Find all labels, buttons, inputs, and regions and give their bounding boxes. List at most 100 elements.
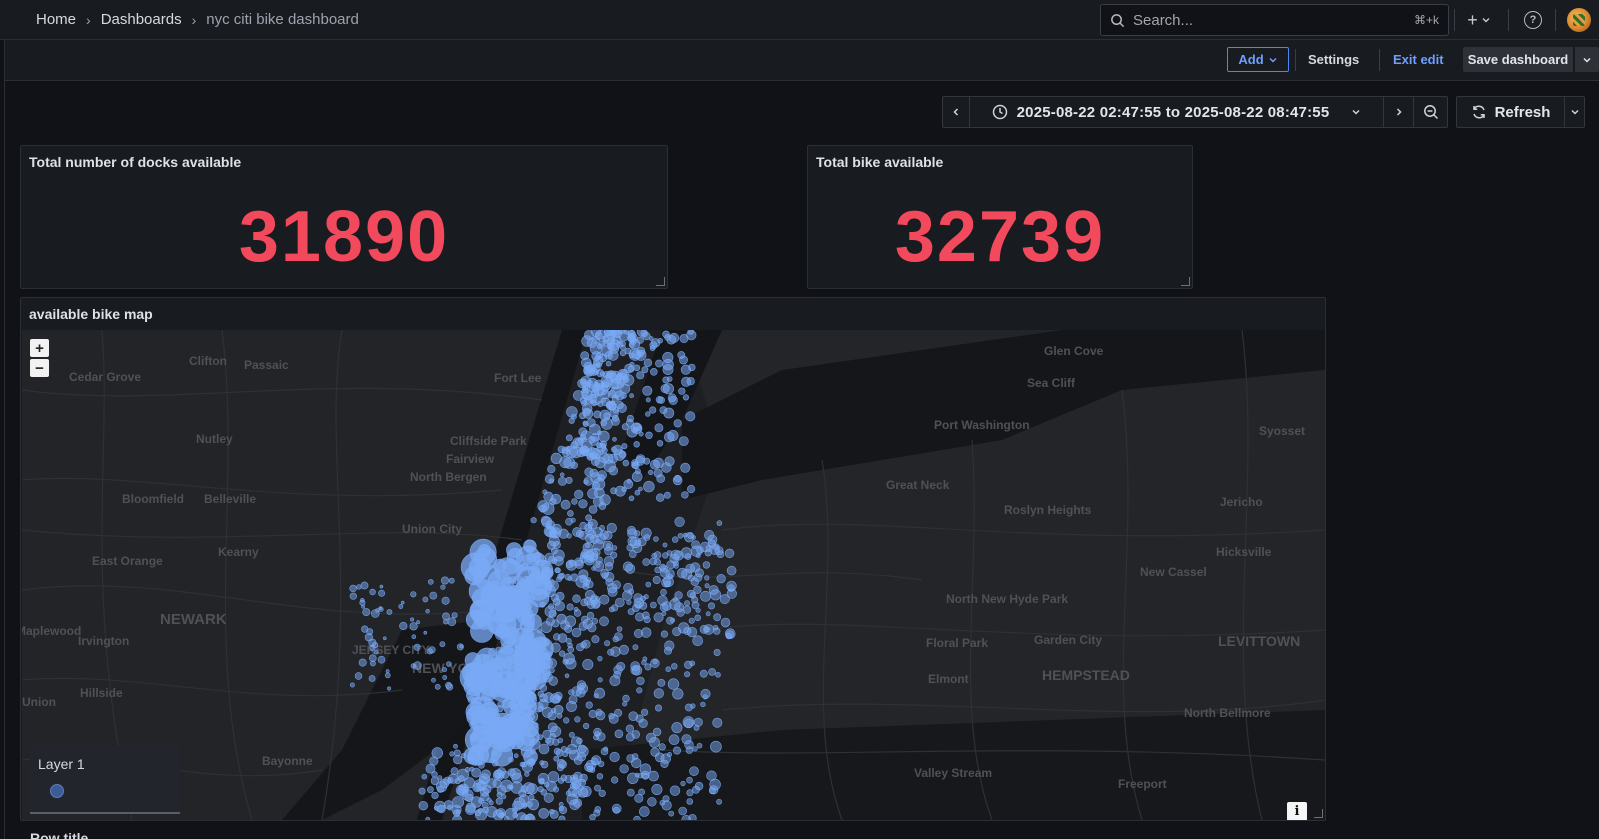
station-marker[interactable] <box>588 709 597 719</box>
station-marker[interactable] <box>618 644 629 655</box>
station-marker[interactable] <box>611 335 622 345</box>
station-marker[interactable] <box>579 554 589 564</box>
station-marker[interactable] <box>672 475 683 486</box>
station-marker[interactable] <box>634 489 641 496</box>
station-marker[interactable] <box>504 816 510 820</box>
station-marker[interactable] <box>554 567 561 574</box>
station-marker[interactable] <box>541 566 550 575</box>
station-marker[interactable] <box>598 449 604 455</box>
station-marker[interactable] <box>428 646 436 654</box>
station-marker[interactable] <box>480 792 490 802</box>
station-marker[interactable] <box>671 536 679 543</box>
station-marker[interactable] <box>400 600 405 605</box>
station-marker[interactable] <box>683 718 694 729</box>
station-marker[interactable] <box>571 498 578 505</box>
station-marker[interactable] <box>431 747 443 759</box>
station-marker[interactable] <box>413 643 421 651</box>
station-marker[interactable] <box>368 675 376 682</box>
station-marker[interactable] <box>557 737 563 744</box>
station-marker[interactable] <box>664 640 675 651</box>
station-marker[interactable] <box>604 546 613 556</box>
station-marker[interactable] <box>451 612 458 619</box>
station-marker[interactable] <box>583 476 593 486</box>
station-marker[interactable] <box>693 585 702 595</box>
station-marker[interactable] <box>609 751 620 763</box>
station-marker[interactable] <box>625 563 636 574</box>
station-marker[interactable] <box>670 549 681 560</box>
station-marker[interactable] <box>685 563 696 574</box>
station-marker[interactable] <box>413 661 422 670</box>
station-marker[interactable] <box>578 499 588 509</box>
station-marker[interactable] <box>595 533 606 544</box>
station-marker[interactable] <box>545 616 555 626</box>
station-marker[interactable] <box>586 611 595 620</box>
docks-stat-panel[interactable]: Total number of docks available 31890 <box>20 145 668 289</box>
time-shift-back-button[interactable] <box>942 96 970 128</box>
station-marker[interactable] <box>441 596 450 605</box>
time-shift-forward-button[interactable] <box>1383 96 1414 128</box>
station-marker[interactable] <box>541 502 555 515</box>
station-marker[interactable] <box>600 381 611 392</box>
station-marker[interactable] <box>579 412 586 420</box>
station-marker[interactable] <box>713 648 721 656</box>
station-marker[interactable] <box>604 562 614 571</box>
station-marker[interactable] <box>378 589 386 597</box>
search-input[interactable]: Search... ⌘+k <box>1100 4 1449 36</box>
station-marker[interactable] <box>572 798 583 808</box>
station-marker[interactable] <box>569 749 580 761</box>
station-marker[interactable] <box>694 614 702 622</box>
station-marker[interactable] <box>604 640 611 647</box>
station-marker[interactable] <box>651 783 663 795</box>
station-marker[interactable] <box>421 773 428 780</box>
station-marker[interactable] <box>585 701 593 709</box>
station-marker[interactable] <box>595 710 606 721</box>
station-marker[interactable] <box>554 601 565 612</box>
station-marker[interactable] <box>538 778 545 785</box>
station-marker[interactable] <box>704 530 715 541</box>
station-marker[interactable] <box>663 491 671 499</box>
station-marker[interactable] <box>626 788 635 797</box>
station-marker[interactable] <box>513 753 519 759</box>
station-marker[interactable] <box>700 701 706 708</box>
station-marker[interactable] <box>686 789 694 797</box>
station-marker[interactable] <box>563 456 576 469</box>
station-marker[interactable] <box>648 336 654 341</box>
station-marker[interactable] <box>588 505 598 514</box>
station-marker[interactable] <box>598 789 606 797</box>
station-marker[interactable] <box>349 682 355 688</box>
station-marker[interactable] <box>416 620 421 625</box>
station-marker[interactable] <box>576 643 585 652</box>
station-marker[interactable] <box>716 520 723 526</box>
station-marker[interactable] <box>550 452 562 464</box>
station-marker[interactable] <box>626 419 634 427</box>
station-marker[interactable] <box>556 764 564 772</box>
station-marker[interactable] <box>677 533 684 539</box>
station-marker[interactable] <box>662 330 670 339</box>
station-marker[interactable] <box>539 684 548 692</box>
station-marker[interactable] <box>712 717 723 728</box>
help-icon[interactable]: ? <box>1524 11 1542 29</box>
station-marker[interactable] <box>612 636 619 643</box>
station-marker[interactable] <box>545 737 551 744</box>
station-marker[interactable] <box>366 628 374 636</box>
time-range-picker[interactable]: 2025-08-22 02:47:55 to 2025-08-22 08:47:… <box>969 96 1384 128</box>
station-marker[interactable] <box>508 756 514 763</box>
station-marker[interactable] <box>656 474 666 483</box>
station-marker[interactable] <box>574 489 584 499</box>
station-marker[interactable] <box>439 778 450 789</box>
station-marker[interactable] <box>478 773 490 785</box>
station-marker[interactable] <box>662 351 674 363</box>
station-marker[interactable] <box>572 594 581 603</box>
station-marker[interactable] <box>682 394 690 401</box>
station-marker[interactable] <box>385 669 390 674</box>
station-marker[interactable] <box>431 771 438 778</box>
station-marker[interactable] <box>613 670 622 679</box>
station-marker[interactable] <box>544 605 556 618</box>
station-marker[interactable] <box>702 694 709 700</box>
station-marker[interactable] <box>440 576 449 585</box>
station-marker[interactable] <box>566 701 577 712</box>
station-marker[interactable] <box>692 635 704 647</box>
station-marker[interactable] <box>429 591 438 600</box>
station-marker[interactable] <box>647 797 657 807</box>
station-marker[interactable] <box>572 788 582 798</box>
